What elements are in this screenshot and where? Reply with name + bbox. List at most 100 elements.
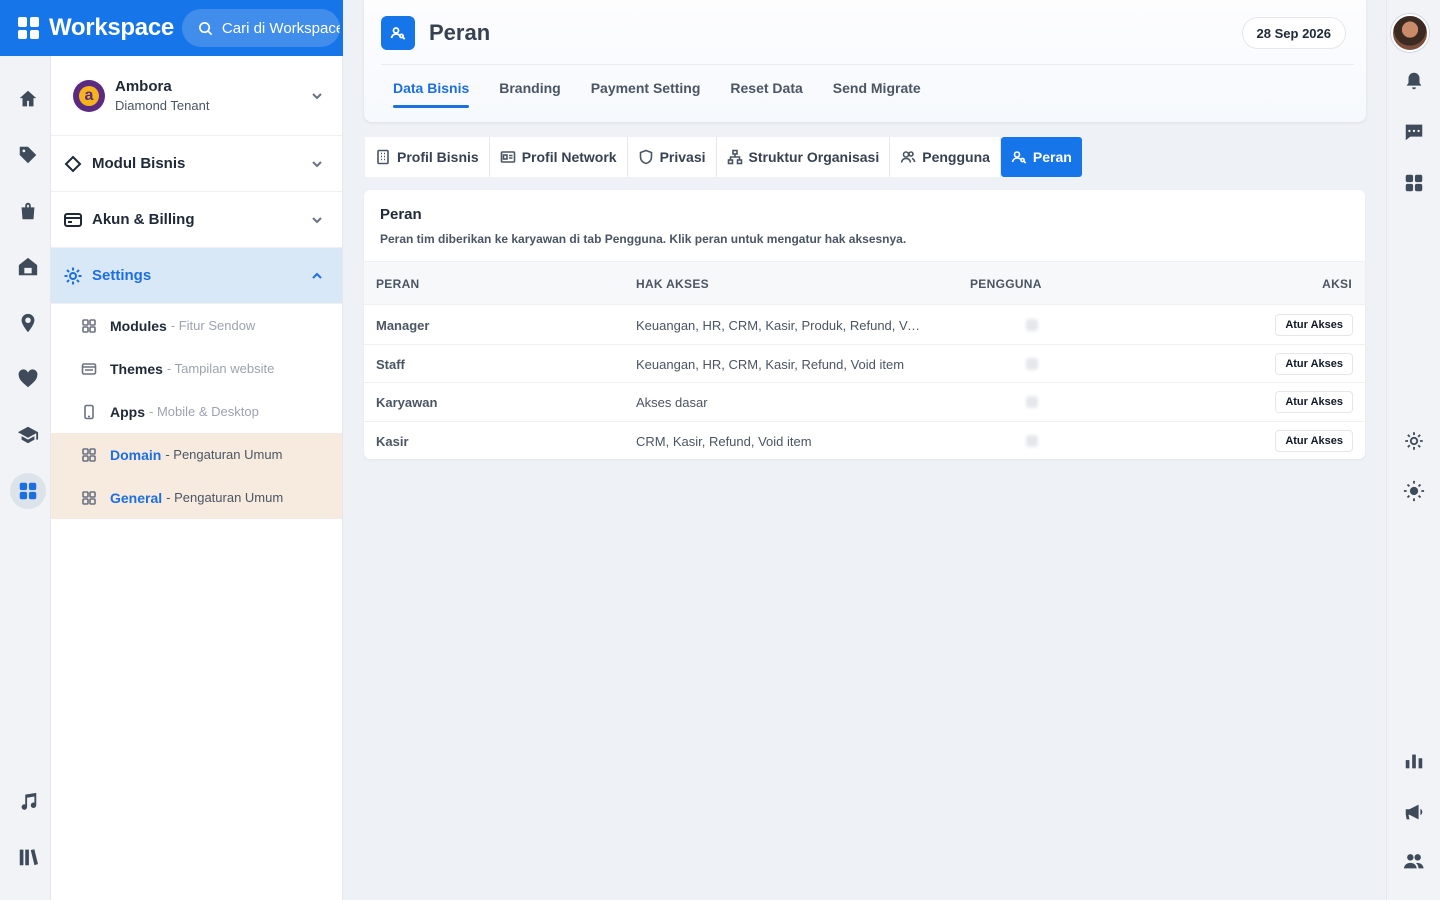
mobile-phone-icon bbox=[81, 404, 97, 420]
apps-grid-icon[interactable] bbox=[1398, 167, 1430, 199]
grid-icon bbox=[81, 447, 97, 463]
building-icon bbox=[377, 149, 389, 165]
menu-akun-billing[interactable]: Akun & Billing bbox=[51, 192, 342, 248]
subtab-label: Profil Network bbox=[521, 149, 617, 165]
column-header-pengguna: PENGGUNA bbox=[970, 277, 1042, 291]
chevron-down-icon bbox=[310, 157, 324, 171]
atur-akses-button[interactable]: Atur Akses bbox=[1275, 391, 1353, 413]
browser-window-icon bbox=[81, 361, 97, 377]
page-header: Peran 28 Sep 2026 Data Bisnis Branding P… bbox=[364, 0, 1366, 122]
table-row[interactable]: Kasir CRM, Kasir, Refund, Void item 0 At… bbox=[364, 422, 1365, 460]
tenant-name: Ambora bbox=[115, 78, 172, 95]
column-header-peran: PERAN bbox=[376, 277, 420, 291]
brand-bar: Workspace Cari di Workspace bbox=[0, 0, 343, 56]
sub-item-desc: - Pengaturan Umum bbox=[166, 490, 284, 505]
tab-send-migrate[interactable]: Send Migrate bbox=[833, 80, 921, 108]
menu-modul-bisnis[interactable]: Modul Bisnis bbox=[51, 136, 342, 192]
tab-branding[interactable]: Branding bbox=[499, 80, 560, 108]
tenant-switcher[interactable]: a Ambora Diamond Tenant bbox=[51, 56, 342, 136]
atur-akses-button[interactable]: Atur Akses bbox=[1275, 429, 1353, 452]
role-name: Staff bbox=[376, 356, 405, 372]
table-row[interactable]: Staff Keuangan, HR, CRM, Kasir, Refund, … bbox=[364, 345, 1365, 383]
search-placeholder: Cari di Workspace bbox=[221, 19, 340, 37]
tenant-plan: Diamond Tenant bbox=[115, 98, 210, 113]
role-access: Keuangan, HR, CRM, Kasir, Refund, Void i… bbox=[636, 356, 905, 372]
user-count: 0 bbox=[1026, 434, 1038, 447]
library-icon[interactable] bbox=[10, 839, 46, 875]
tab-reset-data[interactable]: Reset Data bbox=[730, 80, 802, 108]
table-header: PERAN HAK AKSES PENGGUNA AKSI bbox=[364, 261, 1365, 305]
subtab-profil-network[interactable]: Profil Network bbox=[489, 137, 628, 177]
subtab-profil-bisnis[interactable]: Profil Bisnis bbox=[365, 137, 490, 177]
heart-icon[interactable] bbox=[10, 361, 46, 397]
subtab-privasi[interactable]: Privasi bbox=[627, 137, 717, 177]
id-card-icon bbox=[500, 151, 515, 163]
sub-item-themes[interactable]: Themes - Tampilan website bbox=[51, 347, 342, 390]
column-header-aksi: AKSI bbox=[1322, 277, 1352, 291]
menu-label: Settings bbox=[92, 267, 152, 284]
left-icon-rail bbox=[0, 0, 51, 900]
grid-icon bbox=[81, 490, 97, 506]
page-title: Peran bbox=[429, 20, 491, 45]
search-icon bbox=[198, 21, 213, 35]
date-badge: 28 Sep 2026 bbox=[1241, 17, 1346, 49]
sub-item-desc: - Fitur Sendow bbox=[170, 318, 256, 333]
apps-grid-icon[interactable] bbox=[10, 473, 46, 509]
subtab-label: Peran bbox=[1032, 149, 1072, 165]
user-avatar[interactable] bbox=[1391, 14, 1429, 52]
megaphone-icon[interactable] bbox=[1398, 796, 1430, 828]
sub-item-label: General bbox=[110, 489, 163, 506]
sub-item-domain[interactable]: Domain - Pengaturan Umum bbox=[51, 433, 342, 476]
role-name: Kasir bbox=[376, 433, 409, 449]
bell-icon[interactable] bbox=[1398, 65, 1430, 97]
settings-sidebar: a Ambora Diamond Tenant Modul Bisnis Aku… bbox=[51, 56, 343, 900]
user-count: 0 bbox=[1026, 396, 1038, 408]
atur-akses-button[interactable]: Atur Akses bbox=[1275, 314, 1353, 336]
sub-item-label: Apps bbox=[110, 403, 145, 420]
subtab-struktur-organisasi[interactable]: Struktur Organisasi bbox=[716, 137, 891, 177]
home-icon[interactable] bbox=[10, 81, 46, 117]
users-icon[interactable] bbox=[1398, 845, 1430, 877]
graduation-cap-icon[interactable] bbox=[10, 417, 46, 453]
tab-payment-setting[interactable]: Payment Setting bbox=[591, 80, 701, 108]
subtab-pengguna[interactable]: Pengguna bbox=[890, 137, 1001, 177]
users-icon bbox=[900, 151, 916, 163]
grid-icon bbox=[81, 318, 97, 334]
gear-icon[interactable] bbox=[1398, 425, 1430, 457]
music-note-icon[interactable] bbox=[10, 784, 46, 820]
sub-tabs: Profil Bisnis Profil Network Privasi Str… bbox=[365, 137, 1082, 177]
column-header-hak-akses: HAK AKSES bbox=[636, 277, 709, 291]
tab-data-bisnis[interactable]: Data Bisnis bbox=[393, 80, 470, 108]
section-title: Peran bbox=[380, 206, 422, 223]
sub-item-label: Themes bbox=[110, 360, 163, 377]
store-icon[interactable] bbox=[10, 249, 46, 285]
subtab-label: Pengguna bbox=[922, 149, 990, 165]
sub-item-label: Modules bbox=[110, 317, 167, 334]
menu-label: Akun & Billing bbox=[92, 211, 195, 228]
sub-item-apps[interactable]: Apps - Mobile & Desktop bbox=[51, 390, 342, 433]
sub-item-desc: - Tampilan website bbox=[166, 361, 275, 376]
table-row[interactable]: Karyawan Akses dasar 0 Atur Akses bbox=[364, 383, 1365, 422]
tag-icon[interactable] bbox=[10, 137, 46, 173]
menu-settings[interactable]: Settings bbox=[51, 248, 342, 304]
workspace-search-input[interactable]: Cari di Workspace bbox=[181, 9, 340, 47]
sub-item-modules[interactable]: Modules - Fitur Sendow bbox=[51, 304, 342, 347]
atur-akses-button[interactable]: Atur Akses bbox=[1275, 352, 1353, 375]
brand-name[interactable]: Workspace bbox=[49, 14, 174, 42]
user-count: 0 bbox=[1026, 319, 1038, 331]
table-row[interactable]: Manager Keuangan, HR, CRM, Kasir, Produk… bbox=[364, 306, 1365, 345]
menu-label: Modul Bisnis bbox=[92, 155, 186, 172]
tenant-avatar: a bbox=[73, 79, 105, 112]
shopping-bag-icon[interactable] bbox=[10, 193, 46, 229]
subtab-label: Profil Bisnis bbox=[397, 149, 479, 165]
location-pin-icon[interactable] bbox=[10, 305, 46, 341]
sun-icon[interactable] bbox=[1398, 475, 1430, 507]
shield-icon bbox=[639, 149, 652, 165]
bar-chart-icon[interactable] bbox=[1398, 745, 1430, 777]
role-access: CRM, Kasir, Refund, Void item bbox=[636, 433, 812, 449]
sub-item-general[interactable]: General - Pengaturan Umum bbox=[51, 476, 342, 519]
subtab-peran[interactable]: Peran bbox=[1000, 137, 1082, 177]
header-divider bbox=[381, 64, 1354, 65]
chat-icon[interactable] bbox=[1398, 116, 1430, 148]
workspace-logo-icon[interactable] bbox=[18, 17, 40, 39]
